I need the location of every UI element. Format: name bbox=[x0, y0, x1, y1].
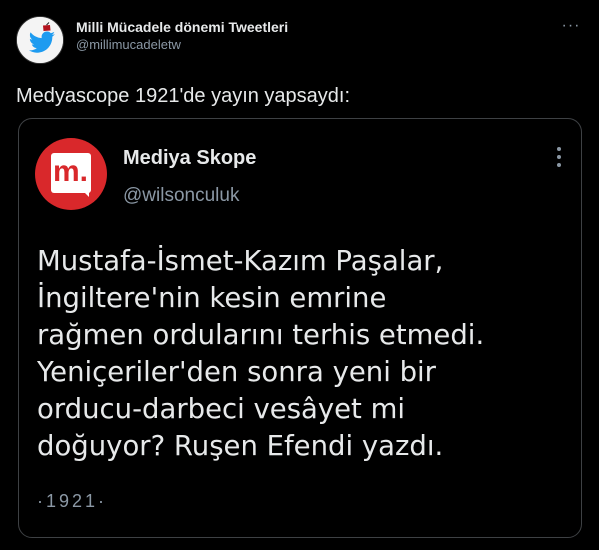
logo-letter: m. bbox=[53, 155, 89, 188]
twitter-bird-with-fez-icon bbox=[17, 17, 63, 63]
more-vertical-icon[interactable] bbox=[555, 147, 563, 171]
quoted-author-handle[interactable]: @wilsonculuk bbox=[123, 185, 239, 207]
outer-author-handle[interactable]: @millimucadeletw bbox=[76, 36, 288, 54]
mediyaskope-m-logo-icon[interactable]: m. bbox=[35, 138, 107, 210]
quoted-text-line: Yeniçeriler'den sonra yeni bir bbox=[37, 356, 436, 388]
quoted-tweet-footer: ·1921· bbox=[37, 491, 108, 511]
quoted-text-line: orducu-darbeci vesâyet mi bbox=[37, 393, 406, 425]
outer-author[interactable]: Milli Mücadele dönemi Tweetleri @millimu… bbox=[76, 18, 288, 54]
quoted-text-line: doğuyor? Ruşen Efendi yazdı. bbox=[37, 430, 444, 462]
outer-author-name[interactable]: Milli Mücadele dönemi Tweetleri bbox=[76, 18, 288, 36]
outer-tweet-header: Milli Mücadele dönemi Tweetleri @millimu… bbox=[16, 12, 583, 64]
quoted-author-name[interactable]: Mediya Skope bbox=[123, 147, 256, 170]
quoted-tweet-card[interactable]: m. Mediya Skope @wilsonculuk Mustafa-İsm… bbox=[18, 118, 582, 538]
quoted-text-line: Mustafa-İsmet-Kazım Paşalar, bbox=[37, 245, 444, 277]
more-horizontal-icon[interactable]: ··· bbox=[559, 16, 583, 40]
avatar[interactable] bbox=[16, 16, 64, 64]
quoted-tweet-text: Mustafa-İsmet-Kazım Paşalar, İngiltere'n… bbox=[37, 243, 577, 465]
quoted-text-line: rağmen ordularını terhis etmedi. bbox=[37, 319, 485, 351]
outer-tweet-text: Medyascope 1921'de yayın yapsaydı: bbox=[16, 85, 351, 107]
quoted-text-line: İngiltere'nin kesin emrine bbox=[37, 282, 387, 314]
